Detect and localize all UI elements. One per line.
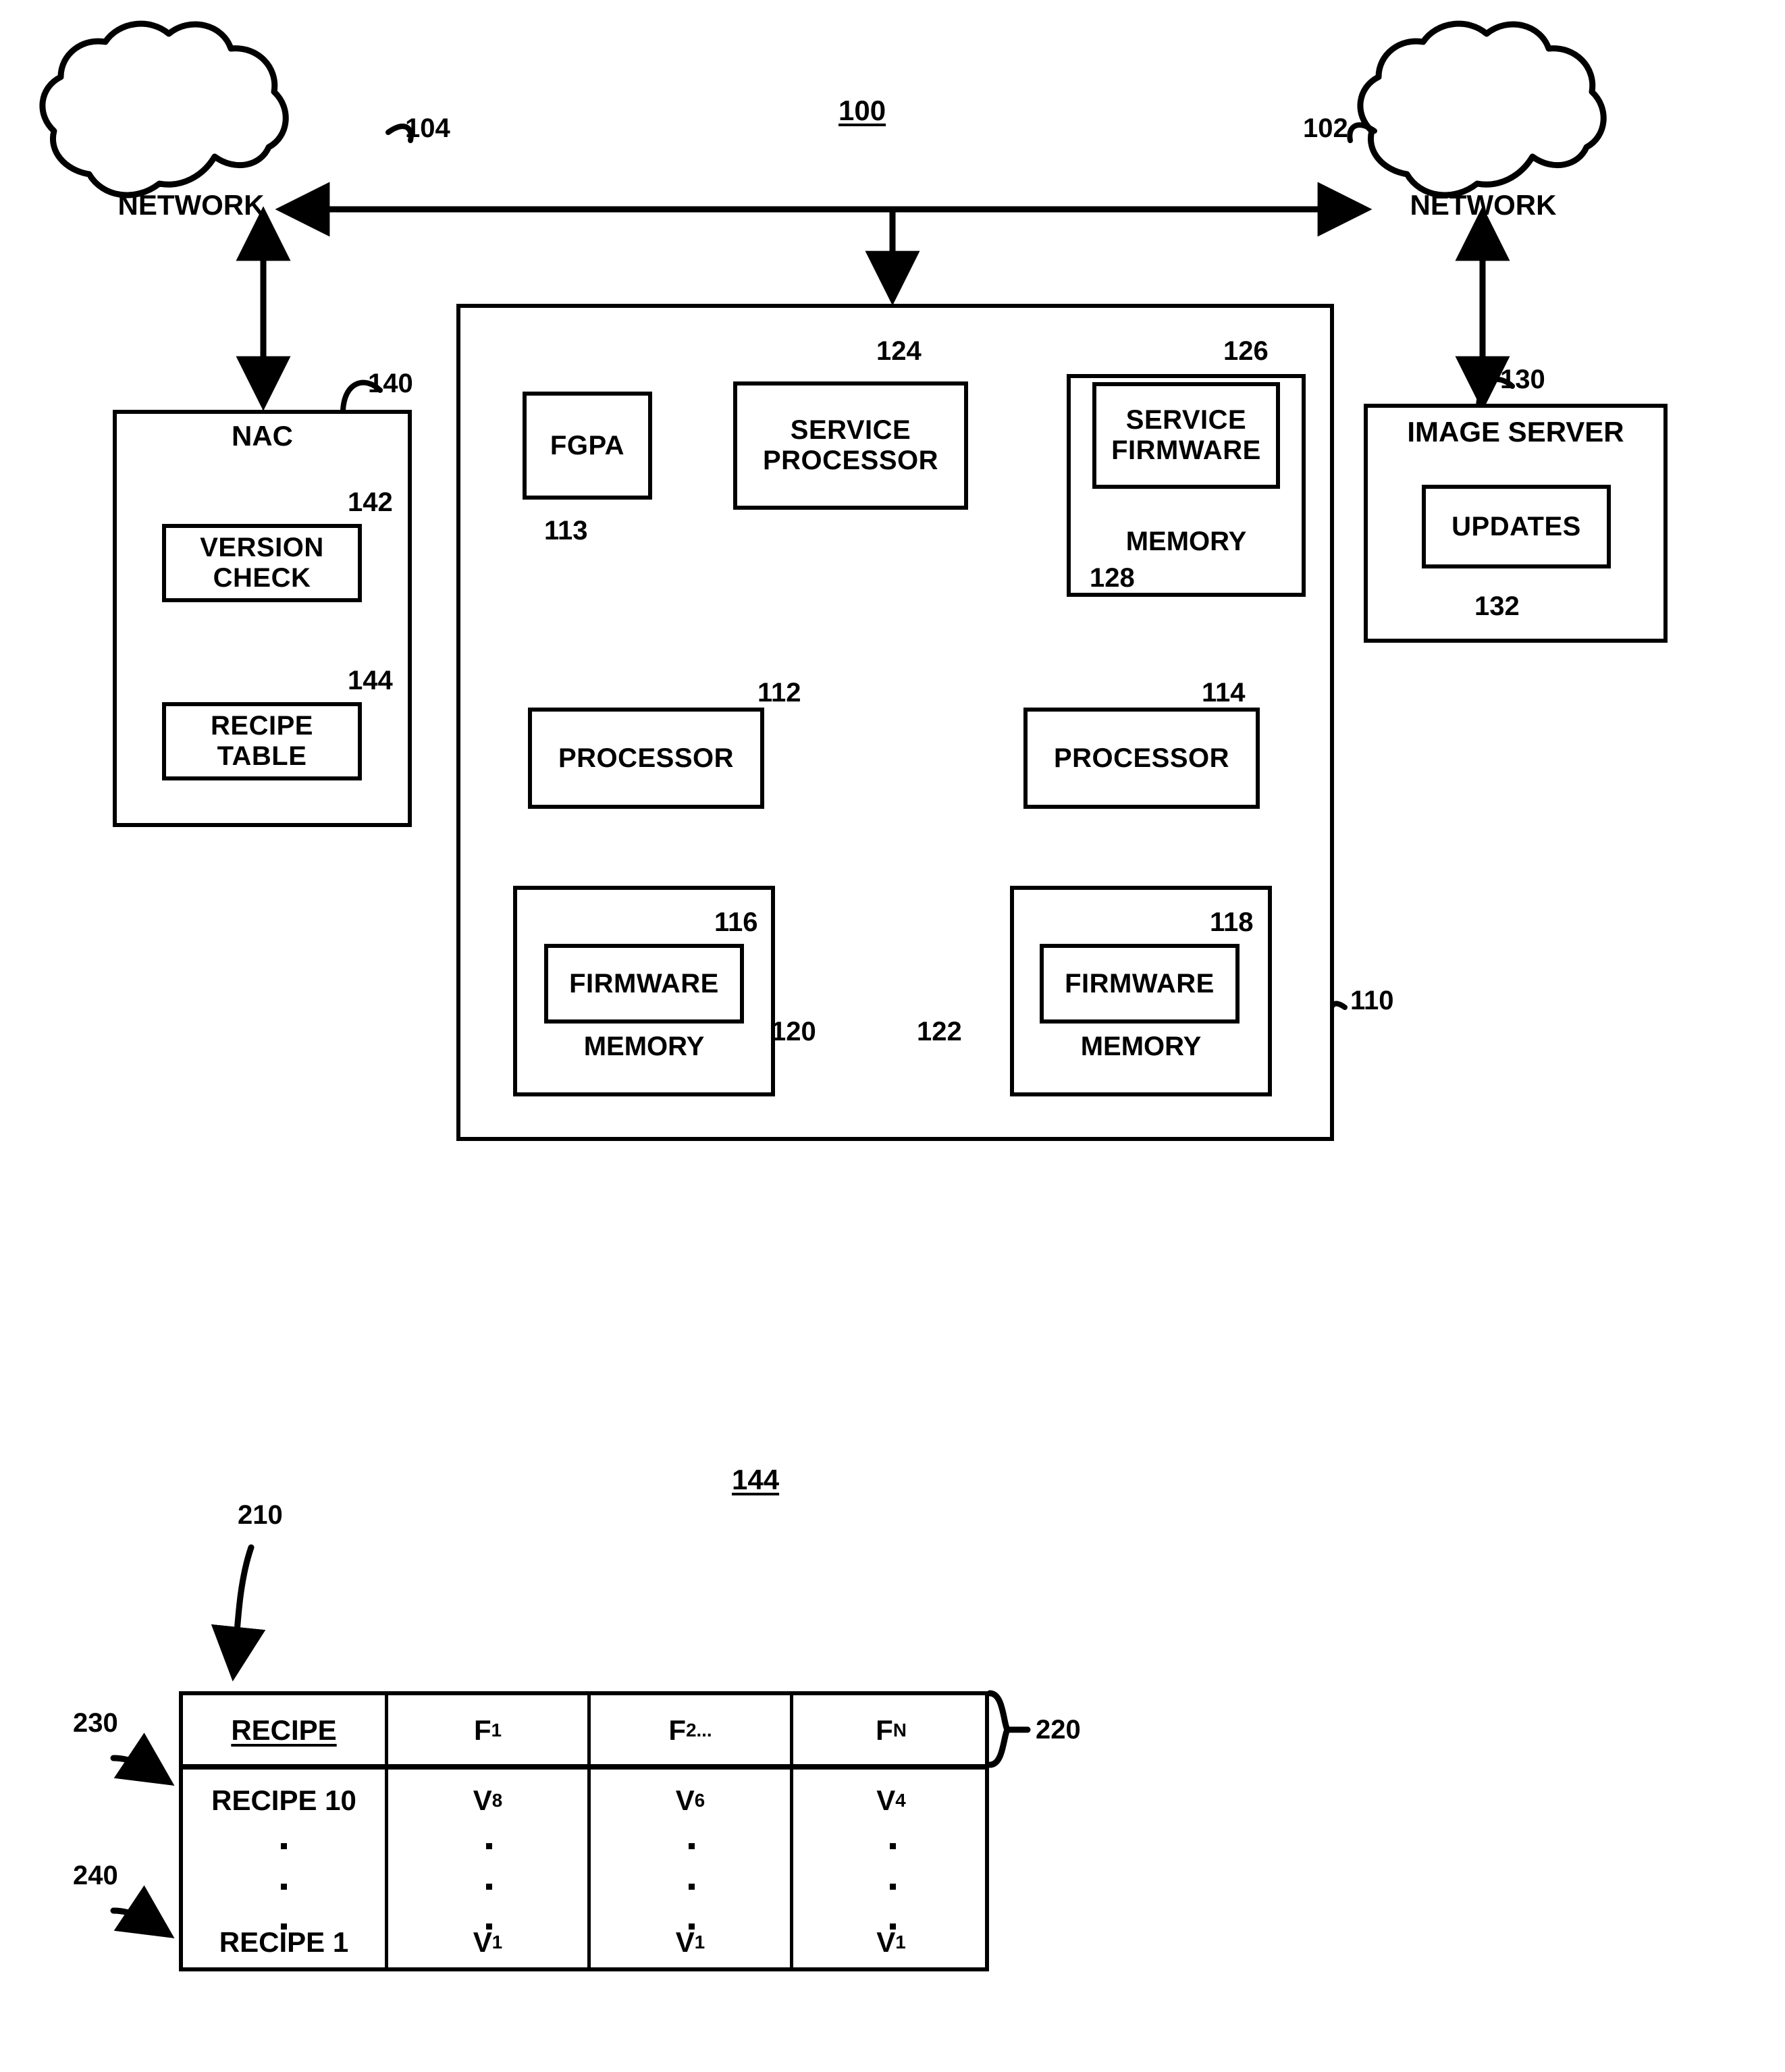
ref-102: 102 [1303,113,1348,143]
header-f1-sub: 1 [491,1720,502,1741]
r1-f2-sub: 1 [694,1932,705,1953]
nac-title: NAC [232,420,293,452]
ref-140: 140 [368,369,413,398]
ref-120: 120 [771,1017,816,1046]
recipe-table-line2: TABLE [217,741,307,771]
service-firmware-memory-label: MEMORY [1125,527,1247,556]
ref-112: 112 [757,678,801,708]
updates-block: UPDATES [1422,485,1611,568]
fgpa-block: FGPA [523,392,652,500]
fgpa-label: FGPA [550,430,625,460]
table-cell-r0-fn: V4 [793,1776,989,1826]
network-cloud-left-shape [39,20,289,198]
ref-113: 113 [544,516,588,546]
patent-figure-page: 100 NETWORK NETWORK 104 102 NAC 140 VERS… [0,0,1785,2072]
firmware-right-label: FIRMWARE [1065,968,1215,999]
r1-f2-base: V [675,1926,695,1958]
ref-118: 118 [1210,907,1254,937]
memory-right-label: MEMORY [1080,1032,1202,1061]
network-left-label: NETWORK [117,189,265,221]
ellipsis-recipe-column [279,1843,288,1930]
version-check-line2: CHECK [213,563,311,593]
ellipsis-f2-column [687,1843,695,1930]
table-cell-r1-fn: V1 [793,1917,989,1967]
recipe-table-header-rule [179,1764,989,1770]
service-firmware-line1: SERVICE [1125,405,1247,435]
header-f2-sub: 2... [686,1720,712,1741]
figure-144-ref: 144 [732,1464,780,1495]
version-check-line1: VERSION [200,533,324,563]
ref-110: 110 [1350,986,1394,1015]
recipe-table-block: RECIPE TABLE [162,702,362,780]
service-firmware-block: SERVICE FIRMWARE [1092,382,1280,489]
ref-122: 122 [917,1017,962,1046]
r0-f2-base: V [675,1784,695,1816]
ref-128: 128 [1090,563,1135,593]
header-fn-sub: N [893,1720,907,1741]
firmware-left-label: FIRMWARE [569,968,719,999]
r0-fn-sub: 4 [895,1790,906,1811]
r1-fn-sub: 1 [895,1932,906,1953]
ref-104: 104 [405,113,450,143]
version-check-label: VERSION CHECK [200,533,324,593]
memory-left-label: MEMORY [583,1032,705,1061]
table-cell-r1-f1: V1 [388,1917,587,1967]
version-check-block: VERSION CHECK [162,524,362,602]
service-processor-label: SERVICE PROCESSOR [763,415,938,476]
r0-f2-sub: 6 [694,1790,705,1811]
recipe-table-label: RECIPE TABLE [211,711,313,772]
firmware-left-block: FIRMWARE [544,944,744,1024]
r1-f1-sub: 1 [491,1932,503,1953]
network-right-label: NETWORK [1410,189,1557,221]
table-cell-r0-f2: V6 [591,1776,790,1826]
updates-label: UPDATES [1451,511,1581,541]
ref-142: 142 [348,487,393,517]
recipe-table-header-f2: F 2... [591,1697,790,1764]
ref-240: 240 [73,1861,118,1890]
ref-124: 124 [876,336,922,366]
processor-left-block: PROCESSOR [528,708,764,809]
recipe-table-header-fn: FN [793,1697,989,1764]
table-cell-r1-f2: V1 [591,1917,790,1967]
service-firmware-line2: FIRMWARE [1111,435,1261,465]
recipe-table-header-f1: F1 [388,1697,587,1764]
ref-114: 114 [1202,678,1246,708]
table-row: RECIPE 1 [219,1926,349,1958]
r1-fn-base: V [876,1926,896,1958]
service-processor-line2: PROCESSOR [762,446,939,475]
ref-210: 210 [238,1500,283,1530]
service-processor-block: SERVICE PROCESSOR [733,381,968,510]
ref-230: 230 [73,1708,118,1738]
ref-130: 130 [1500,365,1545,394]
header-f2-base: F [668,1714,687,1746]
network-cloud-right-shape [1357,20,1607,198]
service-firmware-label: SERVICE FIRMWARE [1111,405,1261,466]
recipe-table-line1: RECIPE [211,711,313,741]
figure-100-ref: 100 [838,95,886,126]
ref-220: 220 [1036,1715,1081,1745]
r0-f1-sub: 8 [491,1790,503,1811]
image-server-title: IMAGE SERVER [1407,416,1624,448]
service-processor-line1: SERVICE [790,415,911,446]
ellipsis-f1-column [485,1843,493,1930]
r1-f1-base: V [473,1926,492,1958]
header-row-brace [986,1690,1031,1768]
header-f1-base: F [473,1714,491,1746]
ref-126: 126 [1223,336,1269,366]
processor-right-label: PROCESSOR [1053,743,1230,773]
ref-116: 116 [714,907,758,937]
recipe-table-header-recipe: RECIPE [231,1714,337,1746]
processor-left-label: PROCESSOR [558,743,735,773]
top-network-bus [275,182,1373,306]
table-cell-r0-f1: V8 [388,1776,587,1826]
ref-144-nac: 144 [348,666,393,695]
header-fn-base: F [876,1714,893,1746]
r0-fn-base: V [876,1784,896,1816]
processor-right-block: PROCESSOR [1023,708,1260,809]
r0-f1-base: V [473,1784,492,1816]
firmware-right-block: FIRMWARE [1040,944,1240,1024]
ellipsis-fn-column [888,1843,897,1930]
ref-132: 132 [1474,591,1520,621]
table-row: RECIPE 10 [211,1784,356,1816]
